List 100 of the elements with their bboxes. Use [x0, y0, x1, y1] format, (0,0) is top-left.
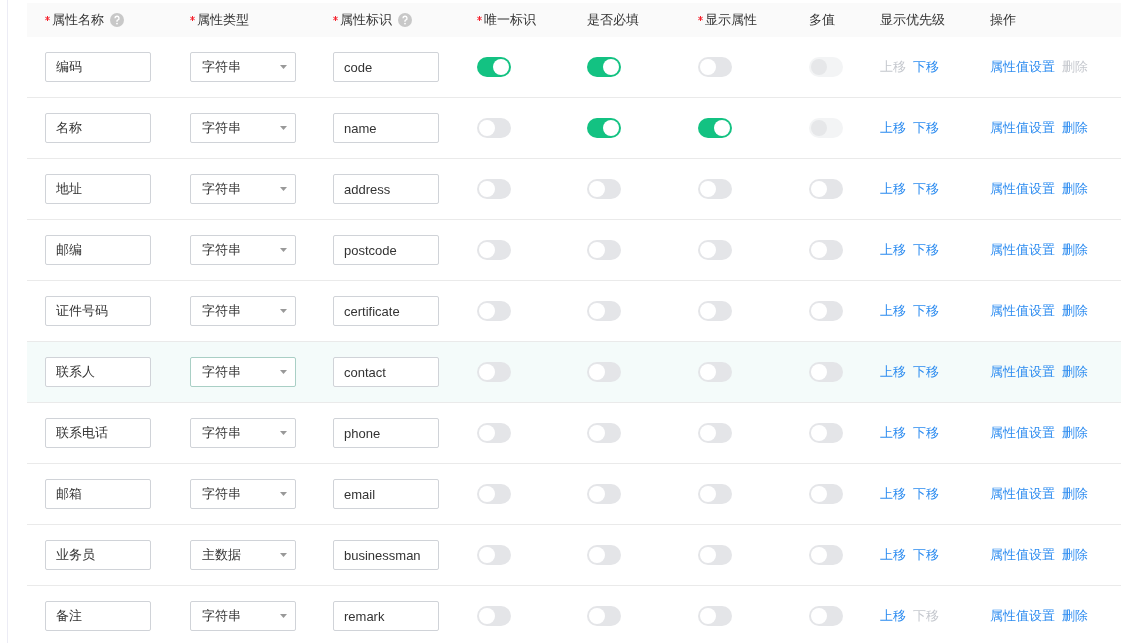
display-toggle[interactable] [698, 57, 732, 77]
multi-value-toggle[interactable] [809, 362, 843, 382]
move-up-link[interactable]: 上移 [880, 363, 906, 381]
type-select[interactable]: 字符串 [190, 479, 296, 509]
move-down-link[interactable]: 下移 [913, 241, 939, 259]
move-up-link[interactable]: 上移 [880, 546, 906, 564]
display-toggle[interactable] [698, 423, 732, 443]
required-toggle[interactable] [587, 179, 621, 199]
move-down-link[interactable]: 下移 [913, 302, 939, 320]
value-settings-link[interactable]: 属性值设置 [990, 607, 1055, 625]
name-input[interactable]: 备注 [45, 601, 151, 631]
key-input[interactable]: businessman [333, 540, 439, 570]
delete-link[interactable]: 删除 [1062, 424, 1088, 442]
type-select[interactable]: 字符串 [190, 113, 296, 143]
delete-link[interactable]: 删除 [1062, 302, 1088, 320]
type-select[interactable]: 主数据 [190, 540, 296, 570]
move-down-link[interactable]: 下移 [913, 58, 939, 76]
name-input[interactable]: 联系人 [45, 357, 151, 387]
name-input[interactable]: 地址 [45, 174, 151, 204]
required-toggle[interactable] [587, 57, 621, 77]
key-input[interactable]: certificate [333, 296, 439, 326]
key-input[interactable]: email [333, 479, 439, 509]
multi-value-toggle[interactable] [809, 606, 843, 626]
multi-value-toggle[interactable] [809, 240, 843, 260]
value-settings-link[interactable]: 属性值设置 [990, 424, 1055, 442]
delete-link[interactable]: 删除 [1062, 485, 1088, 503]
move-down-link[interactable]: 下移 [913, 485, 939, 503]
move-up-link[interactable]: 上移 [880, 424, 906, 442]
type-select[interactable]: 字符串 [190, 296, 296, 326]
unique-toggle[interactable] [477, 484, 511, 504]
unique-toggle[interactable] [477, 179, 511, 199]
name-input[interactable]: 编码 [45, 52, 151, 82]
delete-link[interactable]: 删除 [1062, 363, 1088, 381]
unique-toggle[interactable] [477, 423, 511, 443]
multi-value-toggle[interactable] [809, 423, 843, 443]
unique-toggle[interactable] [477, 57, 511, 77]
name-input[interactable]: 邮箱 [45, 479, 151, 509]
help-icon[interactable] [110, 13, 124, 27]
required-toggle[interactable] [587, 118, 621, 138]
key-input[interactable]: address [333, 174, 439, 204]
value-settings-link[interactable]: 属性值设置 [990, 241, 1055, 259]
type-select[interactable]: 字符串 [190, 357, 296, 387]
delete-link[interactable]: 删除 [1062, 180, 1088, 198]
type-select[interactable]: 字符串 [190, 235, 296, 265]
display-toggle[interactable] [698, 179, 732, 199]
type-select[interactable]: 字符串 [190, 601, 296, 631]
required-toggle[interactable] [587, 545, 621, 565]
display-toggle[interactable] [698, 240, 732, 260]
multi-value-toggle[interactable] [809, 179, 843, 199]
move-up-link[interactable]: 上移 [880, 302, 906, 320]
move-up-link[interactable]: 上移 [880, 180, 906, 198]
display-toggle[interactable] [698, 606, 732, 626]
unique-toggle[interactable] [477, 301, 511, 321]
value-settings-link[interactable]: 属性值设置 [990, 119, 1055, 137]
move-up-link[interactable]: 上移 [880, 485, 906, 503]
move-up-link[interactable]: 上移 [880, 241, 906, 259]
key-input[interactable]: name [333, 113, 439, 143]
delete-link[interactable]: 删除 [1062, 607, 1088, 625]
delete-link[interactable]: 删除 [1062, 241, 1088, 259]
move-down-link[interactable]: 下移 [913, 180, 939, 198]
display-toggle[interactable] [698, 545, 732, 565]
unique-toggle[interactable] [477, 545, 511, 565]
key-input[interactable]: remark [333, 601, 439, 631]
value-settings-link[interactable]: 属性值设置 [990, 485, 1055, 503]
move-up-link[interactable]: 上移 [880, 607, 906, 625]
type-select[interactable]: 字符串 [190, 52, 296, 82]
key-input[interactable]: code [333, 52, 439, 82]
unique-toggle[interactable] [477, 362, 511, 382]
display-toggle[interactable] [698, 301, 732, 321]
unique-toggle[interactable] [477, 118, 511, 138]
delete-link[interactable]: 删除 [1062, 119, 1088, 137]
name-input[interactable]: 名称 [45, 113, 151, 143]
required-toggle[interactable] [587, 362, 621, 382]
display-toggle[interactable] [698, 118, 732, 138]
key-input[interactable]: contact [333, 357, 439, 387]
delete-link[interactable]: 删除 [1062, 546, 1088, 564]
key-input[interactable]: phone [333, 418, 439, 448]
move-down-link[interactable]: 下移 [913, 363, 939, 381]
type-select[interactable]: 字符串 [190, 174, 296, 204]
move-down-link[interactable]: 下移 [913, 424, 939, 442]
required-toggle[interactable] [587, 484, 621, 504]
unique-toggle[interactable] [477, 240, 511, 260]
required-toggle[interactable] [587, 423, 621, 443]
move-down-link[interactable]: 下移 [913, 119, 939, 137]
required-toggle[interactable] [587, 606, 621, 626]
value-settings-link[interactable]: 属性值设置 [990, 180, 1055, 198]
help-icon[interactable] [398, 13, 412, 27]
value-settings-link[interactable]: 属性值设置 [990, 58, 1055, 76]
unique-toggle[interactable] [477, 606, 511, 626]
move-up-link[interactable]: 上移 [880, 119, 906, 137]
type-select[interactable]: 字符串 [190, 418, 296, 448]
value-settings-link[interactable]: 属性值设置 [990, 363, 1055, 381]
multi-value-toggle[interactable] [809, 484, 843, 504]
display-toggle[interactable] [698, 362, 732, 382]
key-input[interactable]: postcode [333, 235, 439, 265]
multi-value-toggle[interactable] [809, 301, 843, 321]
required-toggle[interactable] [587, 240, 621, 260]
move-down-link[interactable]: 下移 [913, 546, 939, 564]
value-settings-link[interactable]: 属性值设置 [990, 302, 1055, 320]
required-toggle[interactable] [587, 301, 621, 321]
